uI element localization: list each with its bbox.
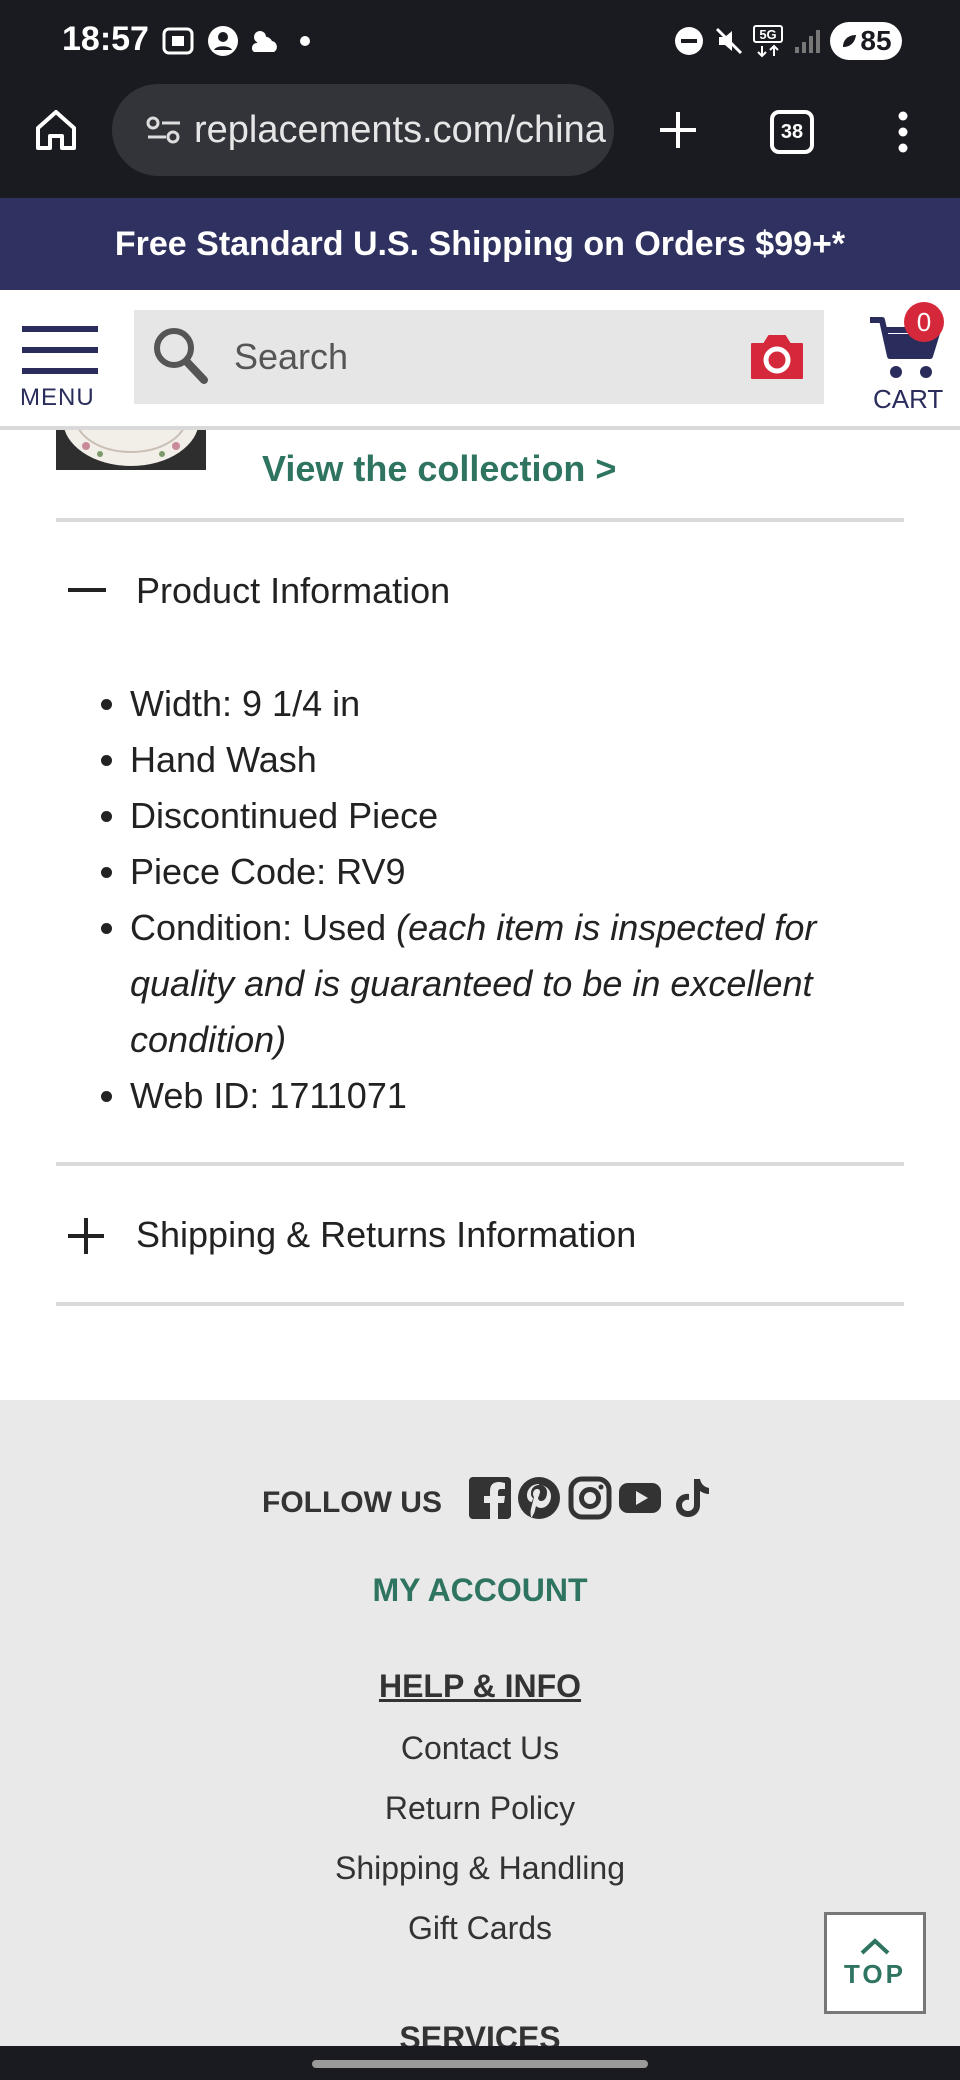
system-nav-bar [0, 2046, 960, 2080]
spec-text: Hand Wash [130, 739, 317, 780]
signal-icon [792, 24, 822, 58]
site-header: MENU Search CART [0, 290, 960, 430]
product-specs-list: Width: 9 1/4 in Hand Wash Discontinued P… [72, 676, 920, 1124]
url-text: replacements.com/china [194, 108, 606, 151]
network-5g-icon: 5G [752, 24, 788, 58]
search-input[interactable]: Search [134, 310, 824, 404]
new-tab-icon[interactable] [652, 104, 704, 156]
spec-text: Piece Code: RV9 [130, 851, 406, 892]
more-options-icon[interactable] [886, 106, 920, 158]
address-bar[interactable]: replacements.com/china [112, 84, 614, 176]
search-placeholder: Search [234, 336, 349, 377]
screenshot-icon [160, 24, 196, 58]
section-divider [56, 1302, 904, 1306]
product-information-title: Product Information [136, 570, 451, 611]
shipping-returns-title: Shipping & Returns Information [136, 1214, 637, 1255]
chevron-up-icon [860, 1937, 890, 1954]
pinterest-icon[interactable] [517, 1476, 561, 1520]
promo-banner[interactable]: Free Standard U.S. Shipping on Orders $9… [0, 198, 960, 290]
menu-icon-bar [22, 326, 98, 332]
search-icon [150, 324, 210, 386]
gesture-handle[interactable] [312, 2060, 648, 2068]
mute-icon [712, 24, 746, 58]
battery-level: 85 [860, 25, 892, 56]
spec-item: Hand Wash [130, 732, 920, 788]
follow-us-label: FOLLOW US [262, 1486, 442, 1519]
status-bar: 18:57 5G 85 [0, 0, 960, 82]
battery-saver-icon [843, 35, 857, 47]
cart-count-badge: 0 [904, 302, 944, 342]
tab-count: 38 [780, 120, 804, 143]
notification-dot-icon [298, 24, 312, 58]
plus-icon [66, 1216, 106, 1256]
spec-item: Piece Code: RV9 [130, 844, 920, 900]
spec-item: Web ID: 1711071 [130, 1068, 920, 1124]
minus-icon [68, 588, 106, 592]
back-to-top-label: TOP [844, 1958, 906, 1989]
spec-item: Discontinued Piece [130, 788, 920, 844]
footer-link-return-policy[interactable]: Return Policy [0, 1790, 960, 1827]
facebook-icon[interactable] [468, 1476, 512, 1520]
spec-item: Width: 9 1/4 in [130, 676, 920, 732]
section-divider [56, 518, 904, 522]
home-icon[interactable] [30, 104, 82, 156]
battery-indicator: 85 [830, 22, 902, 60]
spec-text: Width: 9 1/4 in [130, 683, 361, 724]
menu-icon-bar [22, 368, 98, 374]
menu-label: MENU [20, 384, 95, 411]
footer-link-contact-us[interactable]: Contact Us [0, 1730, 960, 1767]
promo-text: Free Standard U.S. Shipping on Orders $9… [114, 224, 846, 263]
spec-text: Condition: Used [130, 907, 397, 948]
instagram-icon[interactable] [568, 1476, 612, 1520]
help-info-heading[interactable]: HELP & INFO [0, 1668, 960, 1705]
account-icon [206, 24, 240, 58]
footer-link-gift-cards[interactable]: Gift Cards [0, 1910, 960, 1947]
spec-item: Condition: Used (each item is inspected … [130, 900, 920, 1068]
tab-switcher-button[interactable]: 38 [770, 110, 814, 154]
spec-text: Discontinued Piece [130, 795, 439, 836]
cart-label: CART [873, 384, 944, 414]
menu-icon-bar [22, 347, 98, 353]
browser-toolbar: replacements.com/china 38 [0, 82, 960, 198]
view-collection-link[interactable]: View the collection > [262, 448, 616, 490]
youtube-icon[interactable] [618, 1476, 662, 1520]
footer-link-shipping-handling[interactable]: Shipping & Handling [0, 1850, 960, 1887]
menu-button[interactable] [22, 326, 98, 374]
do-not-disturb-icon [672, 24, 706, 58]
clock: 18:57 [62, 20, 149, 58]
collection-thumbnail[interactable] [56, 430, 206, 470]
network-label: 5G [759, 27, 776, 42]
camera-search-icon[interactable] [748, 332, 806, 382]
section-divider [56, 1162, 904, 1166]
weather-icon [246, 24, 282, 58]
back-to-top-button[interactable]: TOP [824, 1912, 926, 2014]
spec-text: Web ID: 1711071 [130, 1075, 407, 1116]
my-account-link[interactable]: MY ACCOUNT [0, 1572, 960, 1609]
site-settings-icon[interactable] [146, 115, 182, 145]
tiktok-icon[interactable] [670, 1476, 714, 1520]
